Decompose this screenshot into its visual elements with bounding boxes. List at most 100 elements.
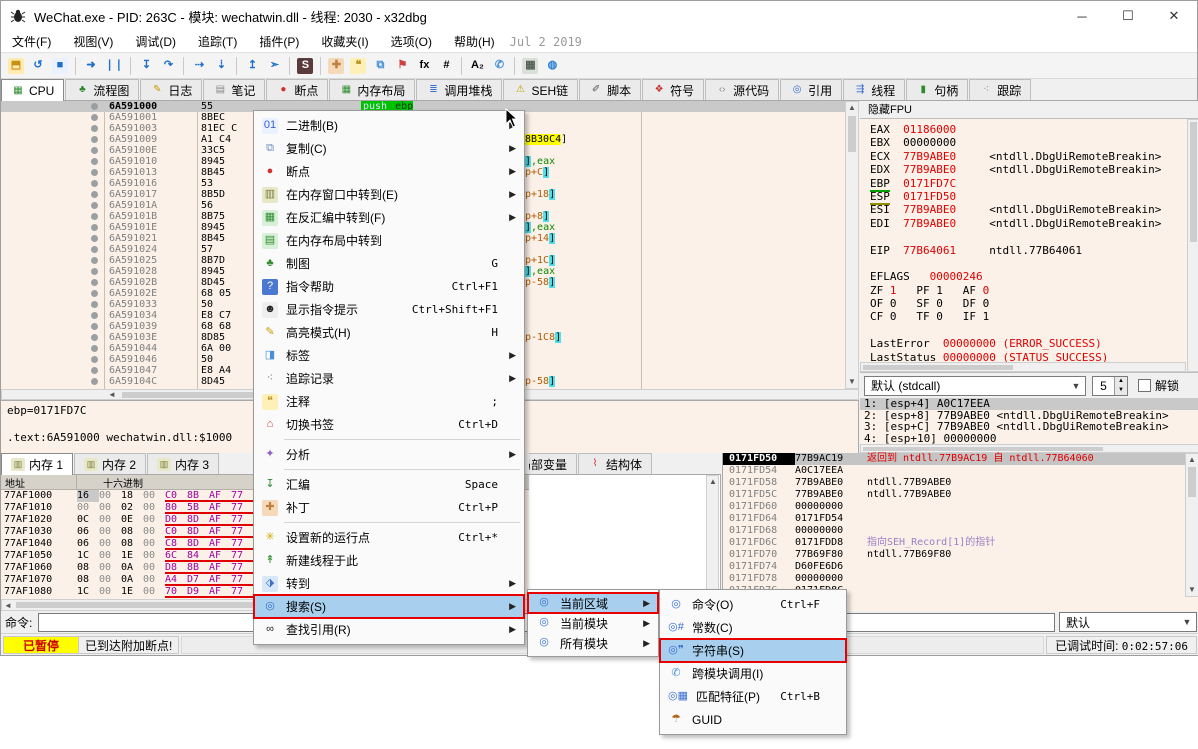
tab-trace[interactable]: ⁖跟踪 [969,79,1031,100]
breakpoint-dot-icon[interactable] [91,224,98,231]
tab-script[interactable]: ✐脚本 [579,79,641,100]
registers-panel[interactable]: 隐藏FPU EAX 01186000EBX 00000000ECX 77B9AB… [860,101,1198,389]
submenu-intermodular-calls[interactable]: ✆跨模块调用(I) [660,662,846,685]
menu-breakpoint[interactable]: ●断点▶ [254,160,524,183]
dump-tab-memory-3[interactable]: ▥内存 3 [147,453,219,474]
menu-new-thread-here[interactable]: ↟新建线程于此 [254,549,524,572]
trace-into-icon[interactable]: ⇢ [191,58,207,74]
menubar-item-7[interactable]: 帮助(H) [443,31,506,52]
registers-hscrollbar[interactable] [860,362,1186,372]
register-row[interactable]: ZF 1 PF 1 AF 0 [870,284,1198,297]
chevron-down-icon[interactable]: ▼ [1067,381,1085,391]
tab-graph[interactable]: ♣流程图 [65,79,139,100]
register-row[interactable]: CF 0 TF 0 IF 1 [870,310,1198,323]
breakpoint-dot-icon[interactable] [91,367,98,374]
breakpoint-dot-icon[interactable] [91,136,98,143]
stack-row[interactable]: 0171FD7800000000 [723,573,1198,585]
menu-find-references[interactable]: ∞查找引用(R)▶ [254,618,524,641]
hide-fpu-toggle[interactable]: 隐藏FPU [860,101,1198,119]
register-row[interactable] [870,257,1198,270]
menu-trace-record[interactable]: ⁖追踪记录▶ [254,367,524,390]
register-row[interactable] [870,230,1198,243]
menu-label[interactable]: ◨标签▶ [254,344,524,367]
tab-call-stack[interactable]: ≣调用堆栈 [416,79,502,100]
breakpoint-dot-icon[interactable] [91,191,98,198]
run-icon[interactable]: ➜ [83,58,99,74]
breakpoint-dot-icon[interactable] [91,356,98,363]
tab-breakpoints[interactable]: ●断点 [266,79,328,100]
breakpoint-dot-icon[interactable] [91,301,98,308]
menubar-item-0[interactable]: 文件(F) [1,31,62,52]
menu-analysis[interactable]: ✦分析▶ [254,443,524,466]
breakpoint-dot-icon[interactable] [91,169,98,176]
scroll-down-arrow[interactable]: ▼ [846,376,858,388]
scroll-up-arrow[interactable]: ▲ [1186,454,1198,466]
minimize-button[interactable]: ─ [1059,1,1105,31]
maximize-button[interactable]: ☐ [1105,1,1151,31]
stack-panel[interactable]: 0171FD5077B9AC19返回到 ntdll.77B9AC19 自 ntd… [722,453,1198,611]
breakpoint-dot-icon[interactable] [91,114,98,121]
tab-seh[interactable]: ⚠SEH链 [503,79,578,100]
argument-count-spinner[interactable]: 5 ▲▼ [1092,376,1128,396]
stack-row[interactable]: 0171FD6C0171FDD8指向SEH_Record[1]的指针 [723,537,1198,549]
open-file-icon[interactable]: ⬒ [8,58,24,74]
register-row[interactable]: ECX 77B9ABE0 <ntdll.DbgUiRemoteBreakin> [870,150,1198,163]
stack-row[interactable]: 0171FD5C77B9ABE0ntdll.77B9ABE0 [723,489,1198,501]
argument-row[interactable]: 1: [esp+4] A0C17EEA [860,398,1198,410]
menubar-item-2[interactable]: 调试(D) [124,31,187,52]
stack-row[interactable]: 0171FD5877B9ABE0ntdll.77B9ABE0 [723,477,1198,489]
tab-notes[interactable]: ▤笔记 [203,79,265,100]
labels-icon[interactable]: ⧉ [372,58,388,74]
argument-row[interactable]: 4: [esp+10] 00000000 [860,433,1198,445]
breakpoint-dot-icon[interactable] [91,312,98,319]
menu-set-new-origin[interactable]: ✳设置新的运行点Ctrl+* [254,526,524,549]
submenu-constant[interactable]: ◎#常数(C) [660,616,846,639]
breakpoint-dot-icon[interactable] [91,334,98,341]
breakpoint-dot-icon[interactable] [91,213,98,220]
step-out-icon[interactable]: ↥ [244,58,260,74]
chevron-down-icon[interactable]: ▼ [1178,617,1196,627]
breakpoint-dot-icon[interactable] [91,279,98,286]
submenu-all-modules[interactable]: ◎所有模块▶ [528,633,658,653]
arguments-panel[interactable]: 1: [esp+4] A0C17EEA2: [esp+8] 77B9ABE0 <… [860,398,1198,444]
title-bar[interactable]: WeChat.exe - PID: 263C - 模块: wechatwin.d… [1,1,1197,31]
spin-up-icon[interactable]: ▲ [1115,377,1127,386]
menu-copy[interactable]: ⧉复制(C)▶ [254,137,524,160]
stack-row[interactable]: 0171FD7077B69F80ntdll.77B69F80 [723,549,1198,561]
menubar-item-5[interactable]: 收藏夹(I) [310,31,379,52]
register-row[interactable]: EFLAGS 00000246 [870,270,1198,283]
menu-toggle-bookmark[interactable]: ⌂切换书签Ctrl+D [254,413,524,436]
dump-tab-memory-2[interactable]: ▥内存 2 [74,453,146,474]
tab-threads[interactable]: ⇶线程 [843,79,905,100]
tab-handles[interactable]: ▮句柄 [906,79,968,100]
run-to-user-code-icon[interactable]: ➣ [266,58,282,74]
breakpoint-dot-icon[interactable] [91,158,98,165]
register-row[interactable]: EBX 00000000 [870,136,1198,149]
scroll-down-arrow[interactable]: ▼ [1186,584,1198,596]
breakpoint-dot-icon[interactable] [91,345,98,352]
stack-row[interactable]: 0171FD74D60FE6D6 [723,561,1198,573]
submenu-pattern[interactable]: ◎▦匹配特征(P)Ctrl+B [660,685,846,708]
register-row[interactable]: ESP 0171FD50 [870,190,1198,203]
submenu-command[interactable]: ◎命令(O)Ctrl+F [660,593,846,616]
step-into-icon[interactable]: ↧ [138,58,154,74]
menu-follow-in-memmap[interactable]: ▤在内存布局中转到 [254,229,524,252]
stack-row[interactable]: 0171FD6800000000 [723,525,1198,537]
breakpoint-dot-icon[interactable] [91,378,98,385]
menubar-item-6[interactable]: 选项(O) [380,31,443,52]
menubar-item-4[interactable]: 插件(P) [248,31,310,52]
script-s-icon[interactable]: S [297,58,313,74]
breakpoint-dot-icon[interactable] [91,290,98,297]
tab-references[interactable]: ◎引用 [780,79,842,100]
register-row[interactable]: EDI 77B9ABE0 <ntdll.DbgUiRemoteBreakin> [870,217,1198,230]
stack-vscrollbar[interactable]: ▲ ▼ [1185,453,1198,597]
register-row[interactable]: EIP 77B64061 ntdll.77B64061 [870,244,1198,257]
register-row[interactable]: LastError 00000000 (ERROR_SUCCESS) [870,337,1198,350]
menubar-item-1[interactable]: 视图(V) [62,31,124,52]
spin-down-icon[interactable]: ▼ [1115,386,1127,395]
register-row[interactable]: OF 0 SF 0 DF 0 [870,297,1198,310]
stack-row[interactable]: 0171FD5077B9AC19返回到 ntdll.77B9AC19 自 ntd… [723,453,1198,465]
menu-instruction-help[interactable]: ?指令帮助Ctrl+F1 [254,275,524,298]
comments-icon[interactable]: ❝ [350,58,366,74]
scroll-thumb[interactable] [863,447,1103,451]
